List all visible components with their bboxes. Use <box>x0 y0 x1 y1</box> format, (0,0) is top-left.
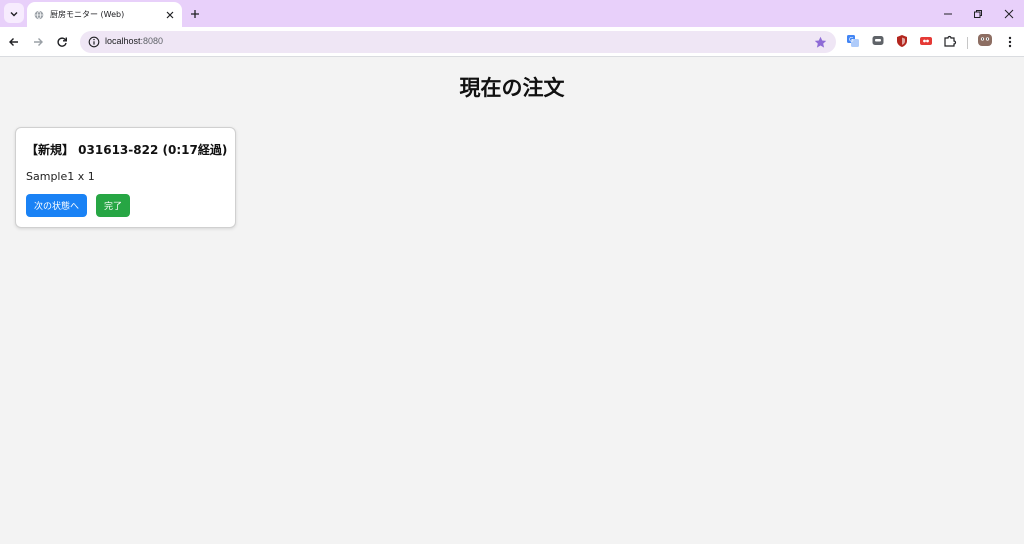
address-bar[interactable]: localhost:8080 <box>80 31 836 53</box>
avatar-icon <box>977 32 993 52</box>
reload-icon <box>56 33 68 52</box>
chevron-down-icon <box>9 4 19 23</box>
order-card: 【新規】 031613-822 (0:17経過) Sample1 x 1 次の状… <box>15 127 236 228</box>
order-item: Sample1 x 1 <box>26 170 95 183</box>
svg-text:G: G <box>849 36 854 43</box>
shield-icon <box>895 33 909 52</box>
close-window-icon <box>1004 4 1014 23</box>
forward-arrow-icon <box>32 33 44 52</box>
back-arrow-icon <box>8 33 20 52</box>
globe-icon <box>34 9 44 20</box>
url-text: localhost:8080 <box>105 36 163 46</box>
record-icon <box>919 33 933 52</box>
browser-tab[interactable]: 厨房モニター (Web) <box>27 2 182 27</box>
extensions-button[interactable] <box>942 34 958 50</box>
complete-button[interactable]: 完了 <box>96 194 130 217</box>
tab-search-button[interactable] <box>4 3 24 23</box>
tab-strip: 厨房モニター (Web) <box>0 0 1024 27</box>
new-tab-button[interactable] <box>187 5 203 21</box>
back-button[interactable] <box>5 33 23 51</box>
url-host: localhost <box>105 36 141 46</box>
close-window-button[interactable] <box>1000 4 1018 22</box>
next-status-button[interactable]: 次の状態へ <box>26 194 87 217</box>
record-extension[interactable] <box>918 34 934 50</box>
restore-icon <box>973 4 983 23</box>
chat-icon <box>871 33 885 52</box>
shield-extension[interactable] <box>894 34 910 50</box>
chat-extension[interactable] <box>870 34 886 50</box>
close-icon[interactable] <box>164 9 176 21</box>
restore-button[interactable] <box>969 4 987 22</box>
browser-menu-button[interactable] <box>1002 34 1018 50</box>
star-icon[interactable] <box>812 34 828 50</box>
translate-icon: G <box>846 33 860 52</box>
minimize-button[interactable] <box>939 4 957 22</box>
tab-title: 厨房モニター (Web) <box>50 10 125 19</box>
browser-toolbar: localhost:8080 G <box>0 27 1024 57</box>
kebab-menu-icon <box>1008 33 1012 52</box>
forward-button[interactable] <box>29 33 47 51</box>
url-port: :8080 <box>140 36 164 46</box>
profile-button[interactable] <box>977 34 993 50</box>
info-icon[interactable] <box>87 35 101 49</box>
minimize-icon <box>943 4 953 23</box>
reload-button[interactable] <box>53 33 71 51</box>
toolbar-separator <box>967 37 968 49</box>
order-title: 【新規】 031613-822 (0:17経過) <box>26 143 228 157</box>
plus-icon <box>190 4 200 23</box>
page-title: 現在の注文 <box>459 76 565 100</box>
translate-extension[interactable]: G <box>845 34 861 50</box>
puzzle-icon <box>943 33 957 52</box>
